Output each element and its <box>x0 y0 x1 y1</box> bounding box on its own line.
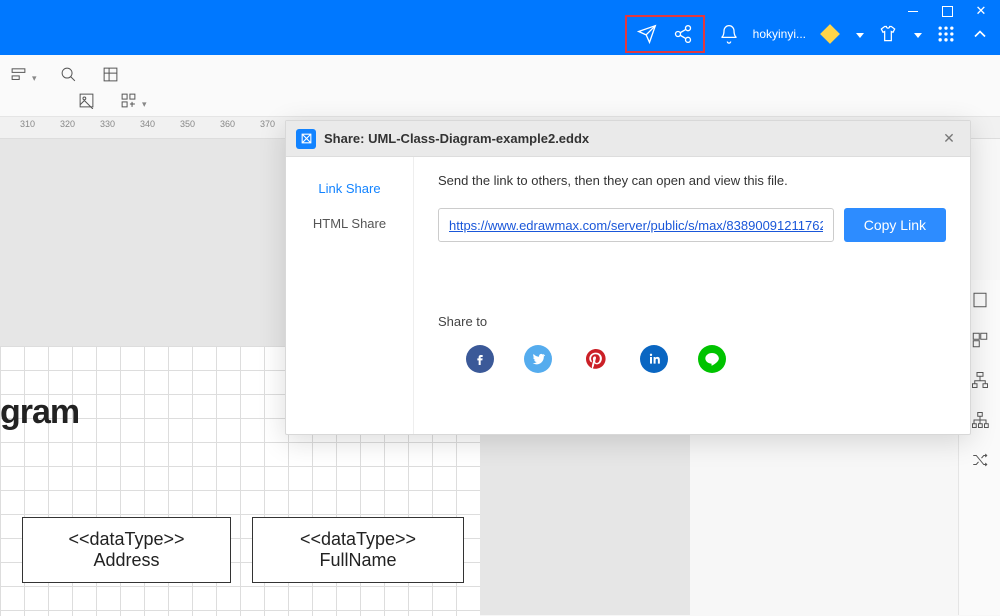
restore-icon[interactable] <box>940 4 954 18</box>
share-link-input[interactable] <box>438 208 834 242</box>
app-logo-icon <box>296 129 316 149</box>
hierarchy-icon[interactable] <box>970 370 990 390</box>
dialog-content: Send the link to others, then they can o… <box>414 157 970 434</box>
dialog-tabs: Link Share HTML Share <box>286 157 414 434</box>
titlebar-right-group: hokyinyi... <box>625 15 990 53</box>
share-buttons-highlight <box>625 15 705 53</box>
uml-class-name: FullName <box>319 550 396 571</box>
user-name-label[interactable]: hokyinyi... <box>753 27 806 41</box>
sitemap-icon[interactable] <box>970 410 990 430</box>
line-icon[interactable] <box>698 345 726 373</box>
ruler-tick: 310 <box>20 119 35 129</box>
search-icon[interactable] <box>59 64 79 84</box>
title-bar: hokyinyi... <box>0 0 1000 55</box>
linkedin-icon[interactable] <box>640 345 668 373</box>
uml-class-box[interactable]: <<dataType>> FullName <box>252 517 464 583</box>
components-tool-icon[interactable] <box>118 90 138 110</box>
tshirt-caret-icon[interactable] <box>912 25 922 43</box>
tab-link-share[interactable]: Link Share <box>286 171 413 206</box>
send-icon[interactable] <box>637 24 657 44</box>
copy-link-button[interactable]: Copy Link <box>844 208 946 242</box>
align-tool-icon[interactable] <box>8 64 28 84</box>
page-icon[interactable] <box>970 290 990 310</box>
share-icon[interactable] <box>673 24 693 44</box>
dialog-header: Share: UML-Class-Diagram-example2.eddx <box>286 121 970 157</box>
premium-caret-icon[interactable] <box>854 25 864 43</box>
align-caret-icon[interactable]: ▾ <box>32 73 37 84</box>
dialog-description: Send the link to others, then they can o… <box>438 173 946 188</box>
components-caret-icon[interactable]: ▾ <box>142 99 147 110</box>
ruler-tick: 330 <box>100 119 115 129</box>
share-to-label: Share to <box>438 314 946 329</box>
apps-grid-icon[interactable] <box>936 24 956 44</box>
window-controls <box>906 4 988 20</box>
chevron-up-icon[interactable] <box>970 24 990 44</box>
table-tool-icon[interactable] <box>101 64 121 84</box>
shuffle-icon[interactable] <box>970 450 990 470</box>
ruler-tick: 370 <box>260 119 275 129</box>
dialog-close-button[interactable] <box>938 128 960 150</box>
uml-class-box[interactable]: <<dataType>> Address <box>22 517 231 583</box>
share-dialog: Share: UML-Class-Diagram-example2.eddx L… <box>285 120 971 435</box>
tab-html-share[interactable]: HTML Share <box>286 206 413 241</box>
uml-stereotype: <<dataType>> <box>300 529 416 550</box>
premium-diamond-icon[interactable] <box>820 24 840 44</box>
dialog-title: Share: UML-Class-Diagram-example2.eddx <box>324 131 930 146</box>
layout-icon[interactable] <box>970 330 990 350</box>
diagram-title-fragment: gram <box>0 393 79 432</box>
ruler-tick: 320 <box>60 119 75 129</box>
uml-class-name: Address <box>93 550 159 571</box>
pinterest-icon[interactable] <box>582 345 610 373</box>
uml-stereotype: <<dataType>> <box>68 529 184 550</box>
tshirt-icon[interactable] <box>878 24 898 44</box>
facebook-icon[interactable] <box>466 345 494 373</box>
ruler-tick: 350 <box>180 119 195 129</box>
bell-icon[interactable] <box>719 24 739 44</box>
image-tool-icon[interactable] <box>76 90 96 110</box>
close-window-icon[interactable] <box>974 4 988 18</box>
social-buttons-row <box>438 345 946 373</box>
ruler-tick: 360 <box>220 119 235 129</box>
minimize-icon[interactable] <box>906 4 920 18</box>
secondary-toolbar: ▾ ▾ <box>0 55 1000 117</box>
ruler-tick: 340 <box>140 119 155 129</box>
twitter-icon[interactable] <box>524 345 552 373</box>
